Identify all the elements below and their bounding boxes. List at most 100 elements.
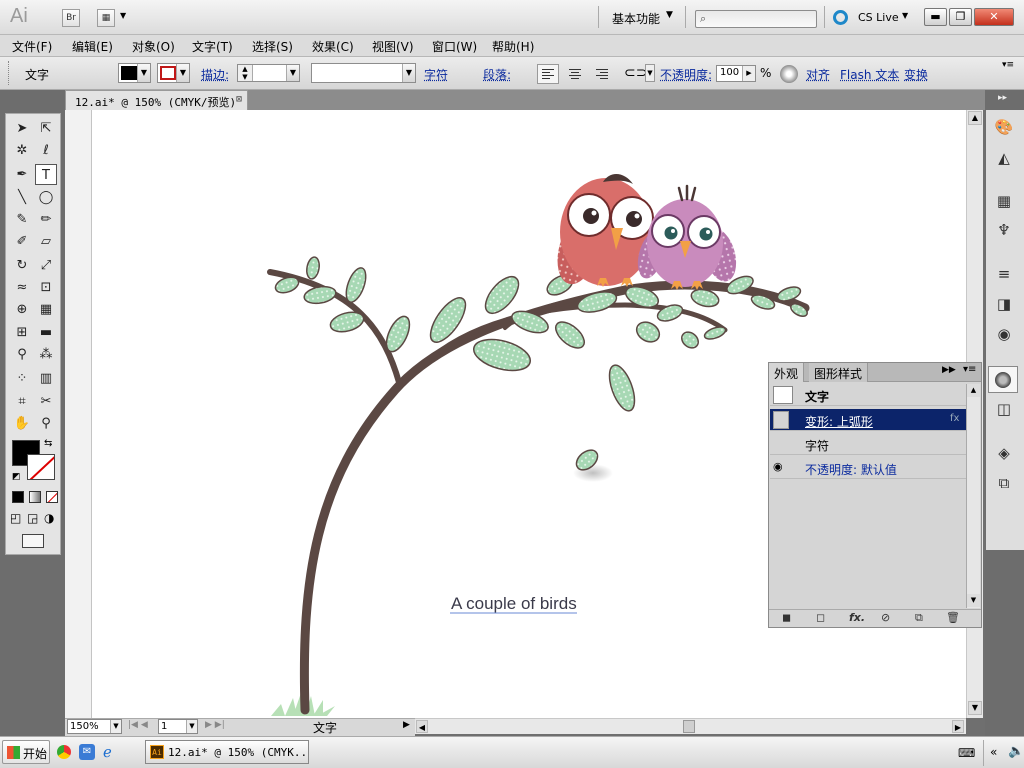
paragraph-link[interactable]: 段落: bbox=[483, 66, 511, 83]
warp-tool-icon[interactable]: ≈ bbox=[11, 277, 33, 298]
gradient-tool-icon[interactable]: ▬ bbox=[35, 322, 57, 343]
bridge-button[interactable]: Br bbox=[62, 9, 80, 27]
scroll-left-icon[interactable]: ◀ bbox=[416, 720, 428, 733]
menu-window[interactable]: 窗口(W) bbox=[432, 38, 477, 55]
draw-inside-icon[interactable]: ◑ bbox=[44, 511, 54, 525]
duplicate-item-icon[interactable]: ⧉ bbox=[915, 611, 923, 625]
direct-selection-tool-icon[interactable]: ⇱ bbox=[35, 118, 57, 139]
tab-appearance[interactable]: 外观 bbox=[769, 363, 805, 382]
eye-icon[interactable]: ◉ bbox=[773, 460, 783, 473]
eraser-tool-icon[interactable]: ▱ bbox=[35, 231, 57, 252]
close-icon[interactable]: ⊠ bbox=[236, 94, 242, 105]
quick-launch-icon[interactable]: ✉ bbox=[79, 744, 95, 760]
panel-menu-icon[interactable]: ▾≡ bbox=[963, 364, 976, 375]
align-left-button[interactable] bbox=[537, 64, 559, 84]
menu-effect[interactable]: 效果(C) bbox=[312, 38, 354, 55]
artboard-dropdown-icon[interactable]: ▼ bbox=[186, 720, 197, 733]
scroll-up-icon[interactable]: ▲ bbox=[967, 384, 980, 397]
zoom-dropdown-icon[interactable]: ▼ bbox=[110, 720, 121, 733]
stroke-link[interactable]: 描边: bbox=[201, 66, 229, 83]
scroll-right-icon[interactable]: ▶ bbox=[952, 720, 964, 733]
appearance-row-type[interactable]: 文字 bbox=[770, 384, 966, 406]
restore-button[interactable]: ❐ bbox=[949, 8, 972, 26]
cs-live-icon[interactable] bbox=[833, 10, 848, 25]
stroke-color-swatch[interactable] bbox=[27, 454, 55, 480]
default-colors-icon[interactable]: ◩ bbox=[12, 472, 21, 482]
control-bar-grip[interactable] bbox=[8, 61, 10, 85]
menu-type[interactable]: 文字(T) bbox=[192, 38, 233, 55]
blob-brush-tool-icon[interactable]: ✐ bbox=[11, 231, 33, 252]
swap-colors-icon[interactable]: ⇆ bbox=[44, 438, 52, 449]
appearance-row-characters[interactable]: 字符 bbox=[770, 433, 966, 455]
opacity-link[interactable]: 不透明度: bbox=[660, 66, 712, 83]
gradient-panel-icon[interactable]: ◨ bbox=[990, 292, 1018, 316]
layers-panel-icon[interactable]: ◈ bbox=[990, 441, 1018, 465]
internet-explorer-icon[interactable]: ℯ bbox=[103, 743, 112, 761]
slice-tool-icon[interactable]: ✂ bbox=[35, 391, 57, 412]
paintbrush-tool-icon[interactable]: ✎ bbox=[11, 209, 33, 230]
arrange-documents-icon[interactable]: ▦ bbox=[97, 9, 115, 27]
control-bar-menu-icon[interactable]: ▾≡ bbox=[1002, 60, 1014, 70]
draw-normal-icon[interactable]: ◰ bbox=[10, 511, 21, 525]
transform-link[interactable]: 变换 bbox=[904, 66, 928, 83]
hand-tool-icon[interactable]: ✋ bbox=[11, 413, 33, 434]
menu-help[interactable]: 帮助(H) bbox=[492, 38, 534, 55]
ellipse-tool-icon[interactable]: ◯ bbox=[35, 187, 57, 208]
canvas-text-object[interactable]: A couple of birds bbox=[451, 594, 577, 614]
magic-wand-tool-icon[interactable]: ✲ bbox=[11, 140, 33, 161]
status-menu-icon[interactable]: ▶ bbox=[403, 720, 410, 730]
font-family-dropdown[interactable]: ▼ bbox=[311, 63, 416, 83]
menu-view[interactable]: 视图(V) bbox=[372, 38, 414, 55]
pen-tool-icon[interactable]: ✒ bbox=[11, 164, 33, 185]
menu-select[interactable]: 选择(S) bbox=[252, 38, 293, 55]
line-tool-icon[interactable]: ╲ bbox=[11, 187, 33, 208]
visibility-toggle[interactable] bbox=[773, 411, 789, 429]
scroll-up-icon[interactable]: ▲ bbox=[968, 111, 982, 125]
menu-object[interactable]: 对象(O) bbox=[132, 38, 175, 55]
align-link[interactable]: 对齐 bbox=[806, 66, 830, 83]
panel-collapse-icon[interactable]: ▶▶ bbox=[942, 365, 956, 375]
character-link[interactable]: 字符 bbox=[424, 66, 448, 83]
appearance-scrollbar[interactable]: ▲ ▼ bbox=[966, 384, 980, 608]
chevron-down-icon[interactable]: ▼ bbox=[645, 64, 655, 82]
stroke-color-dropdown[interactable]: ▼ bbox=[157, 63, 190, 83]
first-artboard-icon[interactable]: |◀ ◀ bbox=[128, 720, 148, 730]
recolor-artwork-icon[interactable] bbox=[780, 65, 798, 83]
workspace-switcher[interactable]: 基本功能 bbox=[612, 10, 660, 27]
screen-mode-icon[interactable] bbox=[22, 534, 44, 548]
cs-live-menu[interactable]: CS Live bbox=[858, 11, 899, 24]
eyedropper-tool-icon[interactable]: ⚲ bbox=[11, 344, 33, 365]
none-mode-icon[interactable] bbox=[46, 491, 58, 503]
brushes-panel-icon[interactable]: ♆ bbox=[990, 218, 1018, 242]
shape-builder-tool-icon[interactable]: ⊕ bbox=[11, 299, 33, 320]
close-button[interactable]: ✕ bbox=[974, 8, 1014, 26]
mesh-tool-icon[interactable]: ⊞ bbox=[11, 322, 33, 343]
chrome-icon[interactable] bbox=[57, 745, 71, 759]
appearance-row-opacity[interactable]: ◉ 不透明度: 默认值 bbox=[770, 457, 966, 479]
clear-appearance-icon[interactable]: ⊘ bbox=[881, 611, 890, 624]
search-input[interactable]: ⌕ bbox=[695, 10, 817, 28]
draw-behind-icon[interactable]: ◲ bbox=[27, 511, 38, 525]
document-tab[interactable]: 12.ai* @ 150% (CMYK/预览) ⊠ bbox=[65, 90, 248, 110]
delete-item-icon[interactable]: 🗑 bbox=[946, 611, 960, 624]
blend-tool-icon[interactable]: ⁂ bbox=[35, 344, 57, 365]
swatches-panel-icon[interactable]: ▦ bbox=[990, 189, 1018, 213]
symbol-sprayer-tool-icon[interactable]: ⁘ bbox=[11, 368, 33, 389]
rotate-tool-icon[interactable]: ↻ bbox=[11, 255, 33, 276]
arrange-caret-icon[interactable]: ▼ bbox=[120, 11, 126, 20]
appearance-panel-icon[interactable] bbox=[988, 366, 1018, 393]
fill-color-dropdown[interactable]: ▼ bbox=[118, 63, 151, 83]
speaker-icon[interactable]: 🔈 bbox=[1008, 744, 1024, 759]
transparency-panel-icon[interactable]: ◉ bbox=[990, 322, 1018, 346]
free-transform-tool-icon[interactable]: ⊡ bbox=[35, 277, 57, 298]
add-new-fill-icon[interactable]: ◻ bbox=[816, 611, 825, 624]
lasso-tool-icon[interactable]: ℓ bbox=[35, 140, 57, 161]
next-artboard-icon[interactable]: ▶ ▶| bbox=[205, 720, 225, 730]
minimize-button[interactable]: ▬ bbox=[924, 8, 947, 26]
align-right-button[interactable] bbox=[591, 64, 613, 84]
scroll-thumb[interactable] bbox=[683, 720, 695, 733]
stroke-weight-field[interactable]: ▲ ▼ ▼ bbox=[237, 64, 300, 82]
scroll-down-icon[interactable]: ▼ bbox=[967, 594, 980, 607]
taskbar-illustrator-window[interactable]: Ai 12.ai* @ 150% (CMYK... bbox=[145, 740, 309, 764]
add-effect-icon[interactable]: fx. bbox=[849, 611, 865, 624]
